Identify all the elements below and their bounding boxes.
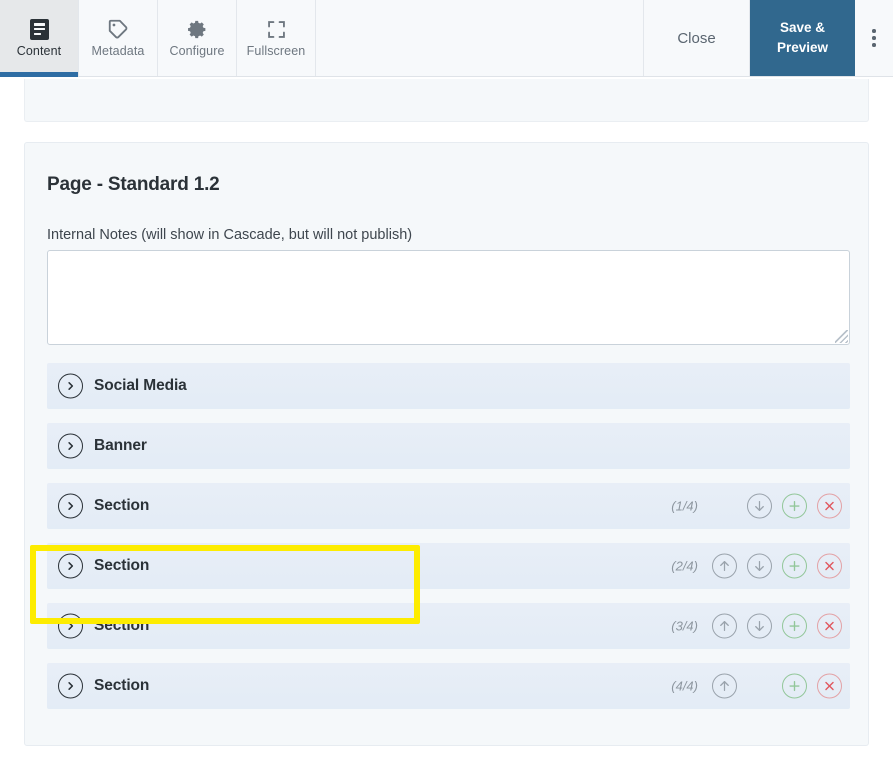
accordion-row-label: Section: [94, 497, 150, 514]
toolbar-spacer: [316, 0, 644, 76]
tab-content[interactable]: Content: [0, 0, 79, 77]
move-up-button[interactable]: [712, 553, 737, 579]
chevron-right-icon[interactable]: [58, 673, 83, 699]
page-title: Page - Standard 1.2: [47, 174, 220, 195]
gear-icon: [187, 18, 208, 40]
more-vertical-icon[interactable]: [855, 0, 893, 76]
add-section-button[interactable]: [782, 493, 807, 519]
tab-configure-label: Configure: [169, 44, 225, 59]
chevron-right-icon[interactable]: [58, 553, 83, 579]
tab-content-label: Content: [16, 44, 62, 59]
accordion-row[interactable]: Section (3/4): [47, 603, 850, 649]
tab-metadata[interactable]: Metadata: [79, 0, 158, 76]
save-label-line1: Save &: [779, 20, 826, 36]
add-section-button[interactable]: [782, 553, 807, 579]
document-icon: [29, 18, 49, 40]
accordion-row-label: Section: [94, 677, 150, 694]
move-down-button[interactable]: [747, 553, 772, 579]
chevron-right-icon[interactable]: [58, 373, 83, 399]
editor-body: Page - Standard 1.2 Internal Notes (will…: [0, 77, 893, 769]
editor-window: Content Metadata Configure Fullscreen Cl…: [0, 0, 893, 769]
accordion-row[interactable]: Section (2/4): [47, 543, 850, 589]
accordion-row-actions: (2/4): [671, 553, 842, 579]
save-and-preview-button[interactable]: Save & Preview: [750, 0, 855, 76]
tag-icon: [107, 18, 129, 40]
internal-notes-label: Internal Notes (will show in Cascade, bu…: [47, 227, 413, 243]
accordion-row[interactable]: Section (4/4): [47, 663, 850, 709]
accordion-row-label: Section: [94, 617, 150, 634]
position-counter: (3/4): [671, 618, 698, 634]
accordion-row[interactable]: Banner: [47, 423, 850, 469]
accordion-row-label: Banner: [94, 437, 147, 454]
chevron-right-icon[interactable]: [58, 433, 83, 459]
accordion-row[interactable]: Social Media: [47, 363, 850, 409]
remove-section-button[interactable]: [817, 613, 842, 639]
add-section-button[interactable]: [782, 613, 807, 639]
remove-section-button[interactable]: [817, 553, 842, 579]
accordion-row-label: Section: [94, 557, 150, 574]
remove-section-button[interactable]: [817, 673, 842, 699]
tab-fullscreen[interactable]: Fullscreen: [237, 0, 316, 76]
accordion-row-actions: (1/4): [671, 493, 842, 519]
accordion-row-actions: (4/4): [671, 673, 842, 699]
move-down-button[interactable]: [747, 493, 772, 519]
accordion-row-label: Social Media: [94, 377, 187, 394]
add-section-button[interactable]: [782, 673, 807, 699]
accordion-row[interactable]: Section (1/4): [47, 483, 850, 529]
position-counter: (1/4): [671, 498, 698, 514]
previous-panel-fragment: [24, 79, 869, 122]
internal-notes-wrapper: [47, 250, 850, 345]
move-up-button[interactable]: [712, 613, 737, 639]
tab-metadata-label: Metadata: [91, 44, 145, 59]
move-up-button[interactable]: [712, 673, 737, 699]
fullscreen-icon: [266, 18, 287, 40]
move-down-button[interactable]: [747, 613, 772, 639]
position-counter: (2/4): [671, 558, 698, 574]
accordion-rows: Social Media Banner Section (1/4) Section (2/…: [47, 363, 850, 723]
tab-fullscreen-label: Fullscreen: [246, 44, 306, 59]
top-toolbar: Content Metadata Configure Fullscreen Cl…: [0, 0, 893, 77]
remove-section-button[interactable]: [817, 493, 842, 519]
internal-notes-input[interactable]: [47, 250, 850, 345]
chevron-right-icon[interactable]: [58, 493, 83, 519]
chevron-right-icon[interactable]: [58, 613, 83, 639]
accordion-row-actions: (3/4): [671, 613, 842, 639]
close-button[interactable]: Close: [644, 0, 750, 76]
position-counter: (4/4): [671, 678, 698, 694]
tab-configure[interactable]: Configure: [158, 0, 237, 76]
page-standard-card: Page - Standard 1.2 Internal Notes (will…: [24, 142, 869, 746]
save-label-line2: Preview: [776, 40, 829, 55]
